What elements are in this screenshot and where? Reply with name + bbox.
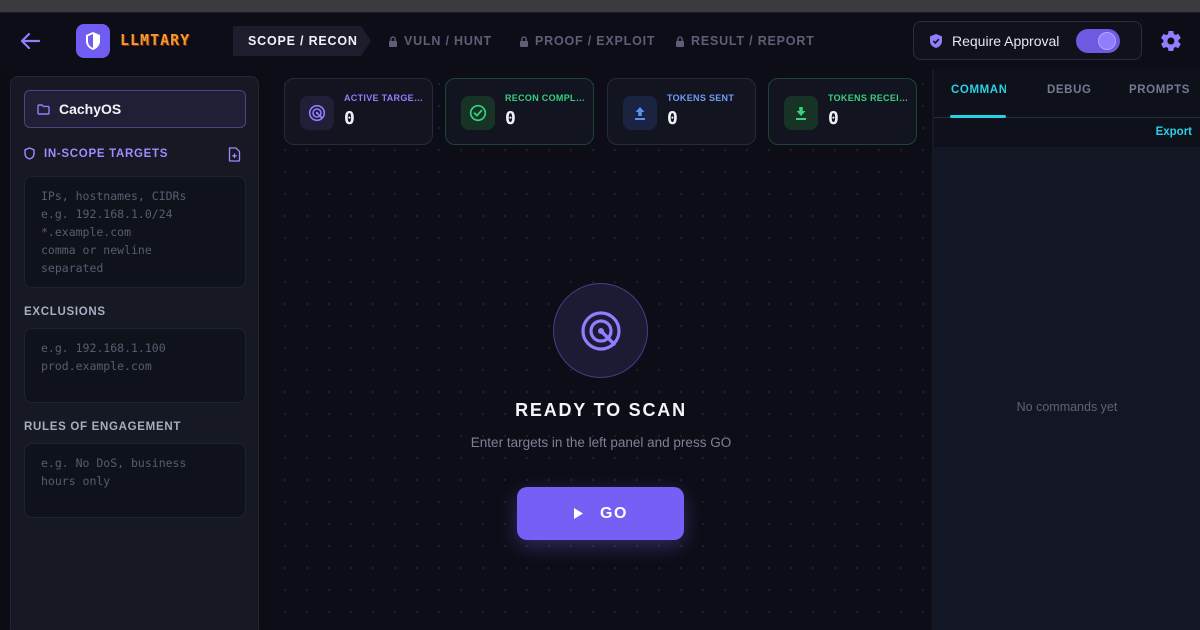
scope-sidebar: CachyOS IN-SCOPE TARGETS IPs, hostnames,… — [10, 76, 259, 630]
lock-icon — [520, 35, 528, 47]
lock-icon — [676, 35, 684, 47]
step-scope-recon[interactable]: SCOPE / RECON — [233, 26, 371, 56]
empty-commands-message: No commands yet — [1016, 400, 1118, 414]
step-label: PROOF / EXPLOIT — [535, 34, 656, 48]
stat-card-tokens-sent: TOKENS SENT 0 — [607, 78, 756, 145]
require-approval-label: Require Approval — [952, 32, 1060, 49]
go-button[interactable]: GO — [517, 487, 684, 540]
stat-value: 0 — [344, 108, 355, 129]
tab-commands[interactable]: COMMANDS — [951, 84, 1006, 96]
play-icon — [574, 508, 584, 519]
lock-icon — [389, 35, 397, 47]
require-approval-control: Require Approval — [913, 21, 1142, 60]
step-proof-exploit[interactable]: PROOF / EXPLOIT — [519, 26, 655, 56]
step-label: SCOPE / RECON — [248, 34, 358, 48]
radar-icon — [300, 96, 334, 130]
targets-input[interactable]: IPs, hostnames, CIDRs e.g. 192.168.1.0/2… — [24, 176, 246, 288]
download-icon — [784, 96, 818, 130]
back-arrow-icon[interactable] — [18, 30, 42, 52]
radar-icon — [553, 283, 648, 378]
window-chrome — [0, 0, 1200, 13]
folder-icon — [37, 103, 50, 115]
require-approval-toggle[interactable] — [1076, 29, 1120, 53]
in-scope-targets-heading: IN-SCOPE TARGETS — [24, 147, 168, 160]
export-bar: Export — [934, 118, 1200, 147]
stat-value: 0 — [828, 108, 839, 129]
stat-value: 0 — [505, 108, 516, 129]
toggle-knob — [1098, 32, 1116, 50]
step-result-report[interactable]: RESULT / REPORT — [675, 26, 815, 56]
main-workspace: ACTIVE TARGETS 0 RECON COMPLETE 0 TOKENS… — [270, 69, 932, 630]
step-label: VULN / HUNT — [404, 34, 492, 48]
logo-shield-icon — [76, 24, 110, 58]
upload-icon — [623, 96, 657, 130]
project-name: CachyOS — [59, 101, 122, 117]
stat-label: TOKENS SENT — [667, 93, 735, 103]
stat-value: 0 — [667, 108, 678, 129]
project-selector[interactable]: CachyOS — [24, 90, 246, 128]
go-label: GO — [600, 504, 628, 522]
exclusions-heading: EXCLUSIONS — [24, 306, 106, 318]
rules-of-engagement-heading: RULES OF ENGAGEMENT — [24, 421, 182, 433]
exclusions-input[interactable]: e.g. 192.168.1.100 prod.example.com — [24, 328, 246, 403]
shield-check-icon — [930, 33, 942, 48]
tab-debug[interactable]: DEBUG — [1047, 84, 1092, 96]
stat-label: ACTIVE TARGETS — [344, 93, 426, 103]
ready-title: READY TO SCAN — [515, 400, 687, 420]
check-circle-icon — [461, 96, 495, 130]
stat-card-active-targets: ACTIVE TARGETS 0 — [284, 78, 433, 145]
stat-card-tokens-received: TOKENS RECEIVED 0 — [768, 78, 917, 145]
tab-prompts[interactable]: PROMPTS — [1129, 84, 1200, 96]
stat-label: TOKENS RECEIVED — [828, 93, 910, 103]
activity-panel: COMMANDS DEBUG PROMPTS Export No command… — [934, 69, 1200, 630]
shield-icon — [24, 147, 35, 160]
stat-card-recon-complete: RECON COMPLETE 0 — [445, 78, 594, 145]
gear-icon[interactable] — [1159, 29, 1183, 53]
step-label: RESULT / REPORT — [691, 34, 815, 48]
step-vuln-hunt[interactable]: VULN / HUNT — [388, 26, 492, 56]
stat-label: RECON COMPLETE — [505, 93, 587, 103]
export-link[interactable]: Export — [1156, 126, 1192, 138]
rules-of-engagement-input[interactable]: e.g. No DoS, business hours only — [24, 443, 246, 518]
activity-tabs: COMMANDS DEBUG PROMPTS — [934, 69, 1200, 118]
app-logo-text: LLMTARY — [120, 31, 191, 49]
ready-subtitle: Enter targets in the left panel and pres… — [470, 435, 732, 450]
import-file-icon[interactable] — [228, 147, 242, 163]
